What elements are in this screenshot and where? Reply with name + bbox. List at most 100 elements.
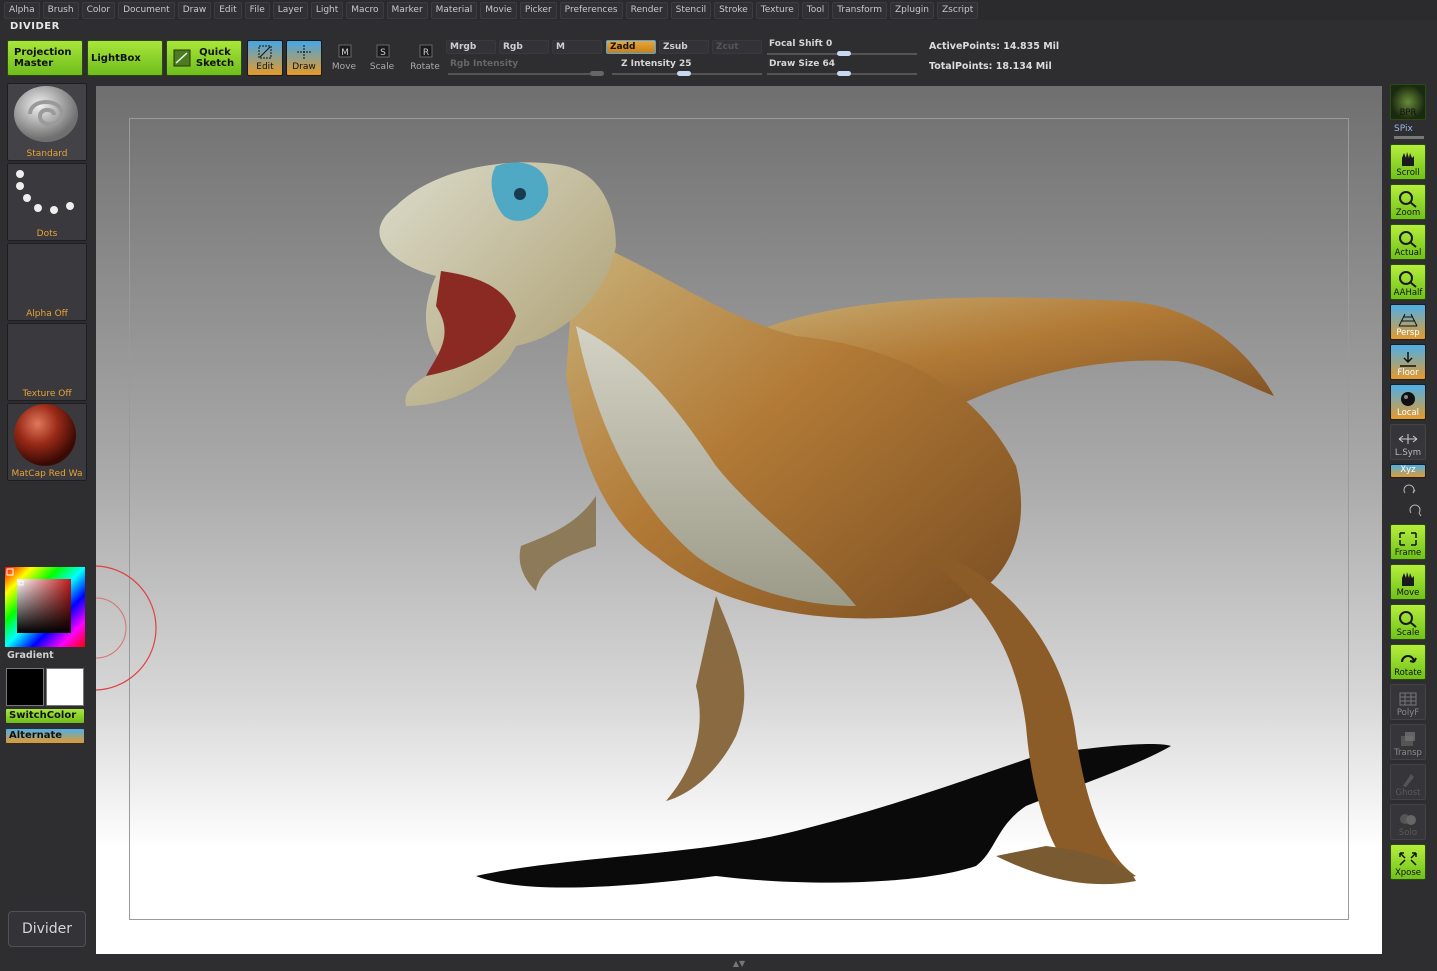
switch-color-button[interactable]: SwitchColor xyxy=(6,709,84,723)
menu-item-tool[interactable]: Tool xyxy=(801,1,830,19)
rotate-view-button[interactable]: Rotate xyxy=(1390,644,1426,680)
menu-item-brush[interactable]: Brush xyxy=(42,1,79,19)
menu-item-zplugin[interactable]: Zplugin xyxy=(890,1,935,19)
menu-item-preferences[interactable]: Preferences xyxy=(559,1,623,19)
zoom-button[interactable]: Zoom xyxy=(1390,184,1426,220)
bpr-label: BPR xyxy=(1399,108,1417,118)
scroll-button[interactable]: Scroll xyxy=(1390,144,1426,180)
divider-button[interactable]: Divider xyxy=(8,911,86,947)
bpr-button[interactable]: BPR xyxy=(1390,84,1426,120)
rgb-intensity-slider[interactable] xyxy=(448,73,603,75)
solo-spheres-icon xyxy=(1400,814,1416,825)
ghost-label: Ghost xyxy=(1395,788,1421,798)
menu-item-movie[interactable]: Movie xyxy=(480,1,517,19)
active-points-readout: ActivePoints: 14.835 Mil xyxy=(929,41,1060,52)
quick-sketch-button[interactable]: Quick Sketch xyxy=(166,40,242,76)
edit-icon xyxy=(258,45,272,58)
mrgb-button[interactable]: Mrgb xyxy=(446,40,496,54)
lsym-button[interactable]: L.Sym xyxy=(1390,424,1426,460)
draw-label: Draw xyxy=(292,61,316,72)
menu-item-material[interactable]: Material xyxy=(430,1,478,19)
menu-item-stroke[interactable]: Stroke xyxy=(714,1,753,19)
rotate-tool-button[interactable]: R Rotate xyxy=(406,40,444,76)
lightbox-label: LightBox xyxy=(91,52,141,64)
brush-selector[interactable]: Standard xyxy=(7,83,87,161)
menu-item-alpha[interactable]: Alpha xyxy=(4,1,40,19)
scroll-hand-icon xyxy=(1402,152,1414,166)
scale-icon: S xyxy=(376,44,390,58)
focal-shift-name: Focal Shift xyxy=(769,39,823,49)
model-arm xyxy=(519,496,596,591)
menu-item-transform[interactable]: Transform xyxy=(832,1,887,19)
move-tool-label: Move xyxy=(331,61,357,72)
actual-button[interactable]: Actual xyxy=(1390,224,1426,260)
rgb-button[interactable]: Rgb xyxy=(499,40,549,54)
document-canvas[interactable] xyxy=(96,86,1382,954)
polyf-button[interactable]: PolyF xyxy=(1390,684,1426,720)
color-picker-wheel[interactable] xyxy=(5,567,85,647)
local-button[interactable]: Local xyxy=(1390,384,1426,420)
xpose-button[interactable]: Xpose xyxy=(1390,844,1426,880)
draw-icon xyxy=(297,44,311,59)
spix-slider[interactable] xyxy=(1394,136,1424,139)
texture-selector[interactable]: Texture Off xyxy=(7,323,87,401)
z-intensity-knob[interactable] xyxy=(677,71,691,76)
draw-size-knob[interactable] xyxy=(837,71,851,76)
menu-item-render[interactable]: Render xyxy=(625,1,668,19)
draw-button[interactable]: Draw xyxy=(286,40,322,76)
menu-item-color[interactable]: Color xyxy=(81,1,116,19)
persp-label: Persp xyxy=(1396,328,1420,338)
menu-item-macro[interactable]: Macro xyxy=(346,1,384,19)
persp-button[interactable]: Persp xyxy=(1390,304,1426,340)
gradient-label[interactable]: Gradient xyxy=(7,650,54,661)
menu-item-layer[interactable]: Layer xyxy=(272,1,308,19)
rotate-y-icon[interactable] xyxy=(1402,484,1418,498)
aahalf-button[interactable]: AAHalf xyxy=(1390,264,1426,300)
edit-button[interactable]: Edit xyxy=(247,40,283,76)
alternate-button[interactable]: Alternate xyxy=(6,729,84,743)
menu-item-stencil[interactable]: Stencil xyxy=(670,1,712,19)
material-selector[interactable]: MatCap Red Wa xyxy=(7,403,87,481)
scale-tool-button[interactable]: S Scale xyxy=(364,40,400,76)
menu-item-document[interactable]: Document xyxy=(118,1,175,19)
rgb-intensity-label: Rgb Intensity xyxy=(450,59,519,69)
trex-model[interactable] xyxy=(96,86,1382,954)
zsub-button[interactable]: Zsub xyxy=(659,40,709,54)
lightbox-button[interactable]: LightBox xyxy=(87,40,163,76)
m-button[interactable]: M xyxy=(552,40,602,54)
stroke-selector[interactable]: Dots xyxy=(7,163,87,241)
bottom-tray-handle[interactable]: ▲▼ xyxy=(676,960,802,968)
zadd-button[interactable]: Zadd xyxy=(606,40,656,54)
secondary-color-chip[interactable] xyxy=(46,668,84,706)
stroke-label: Dots xyxy=(36,229,58,239)
menu-item-draw[interactable]: Draw xyxy=(177,1,212,19)
move-tool-button[interactable]: M Move xyxy=(326,40,362,76)
rgb-intensity-knob[interactable] xyxy=(590,71,604,76)
xyz-button[interactable]: Xyz xyxy=(1390,464,1426,478)
menu-item-file[interactable]: File xyxy=(244,1,270,19)
svg-text:S: S xyxy=(380,48,386,58)
color-picker[interactable] xyxy=(5,567,85,647)
floor-button[interactable]: Floor xyxy=(1390,344,1426,380)
transp-button[interactable]: Transp xyxy=(1390,724,1426,760)
rotate-z-icon[interactable] xyxy=(1408,504,1424,518)
menu-item-zscript[interactable]: Zscript xyxy=(937,1,979,19)
alpha-selector[interactable]: Alpha Off xyxy=(7,243,87,321)
focal-shift-knob[interactable] xyxy=(837,51,851,56)
menu-item-texture[interactable]: Texture xyxy=(755,1,799,19)
floor-grid-icon xyxy=(1400,352,1416,367)
menu-item-edit[interactable]: Edit xyxy=(214,1,242,19)
scale-view-button[interactable]: Scale xyxy=(1390,604,1426,640)
document-canvas-frame xyxy=(96,86,1382,954)
main-color-chip[interactable] xyxy=(6,668,44,706)
move-view-button[interactable]: Move xyxy=(1390,564,1426,600)
spix-label[interactable]: SPix xyxy=(1394,124,1413,134)
projection-master-button[interactable]: Projection Master xyxy=(7,40,83,76)
menu-item-marker[interactable]: Marker xyxy=(386,1,428,19)
frame-button[interactable]: Frame xyxy=(1390,524,1426,560)
solo-button[interactable]: Solo xyxy=(1390,804,1426,840)
ghost-button[interactable]: Ghost xyxy=(1390,764,1426,800)
menu-item-picker[interactable]: Picker xyxy=(519,1,557,19)
menu-item-light[interactable]: Light xyxy=(310,1,344,19)
zcut-button[interactable]: Zcut xyxy=(712,40,762,54)
